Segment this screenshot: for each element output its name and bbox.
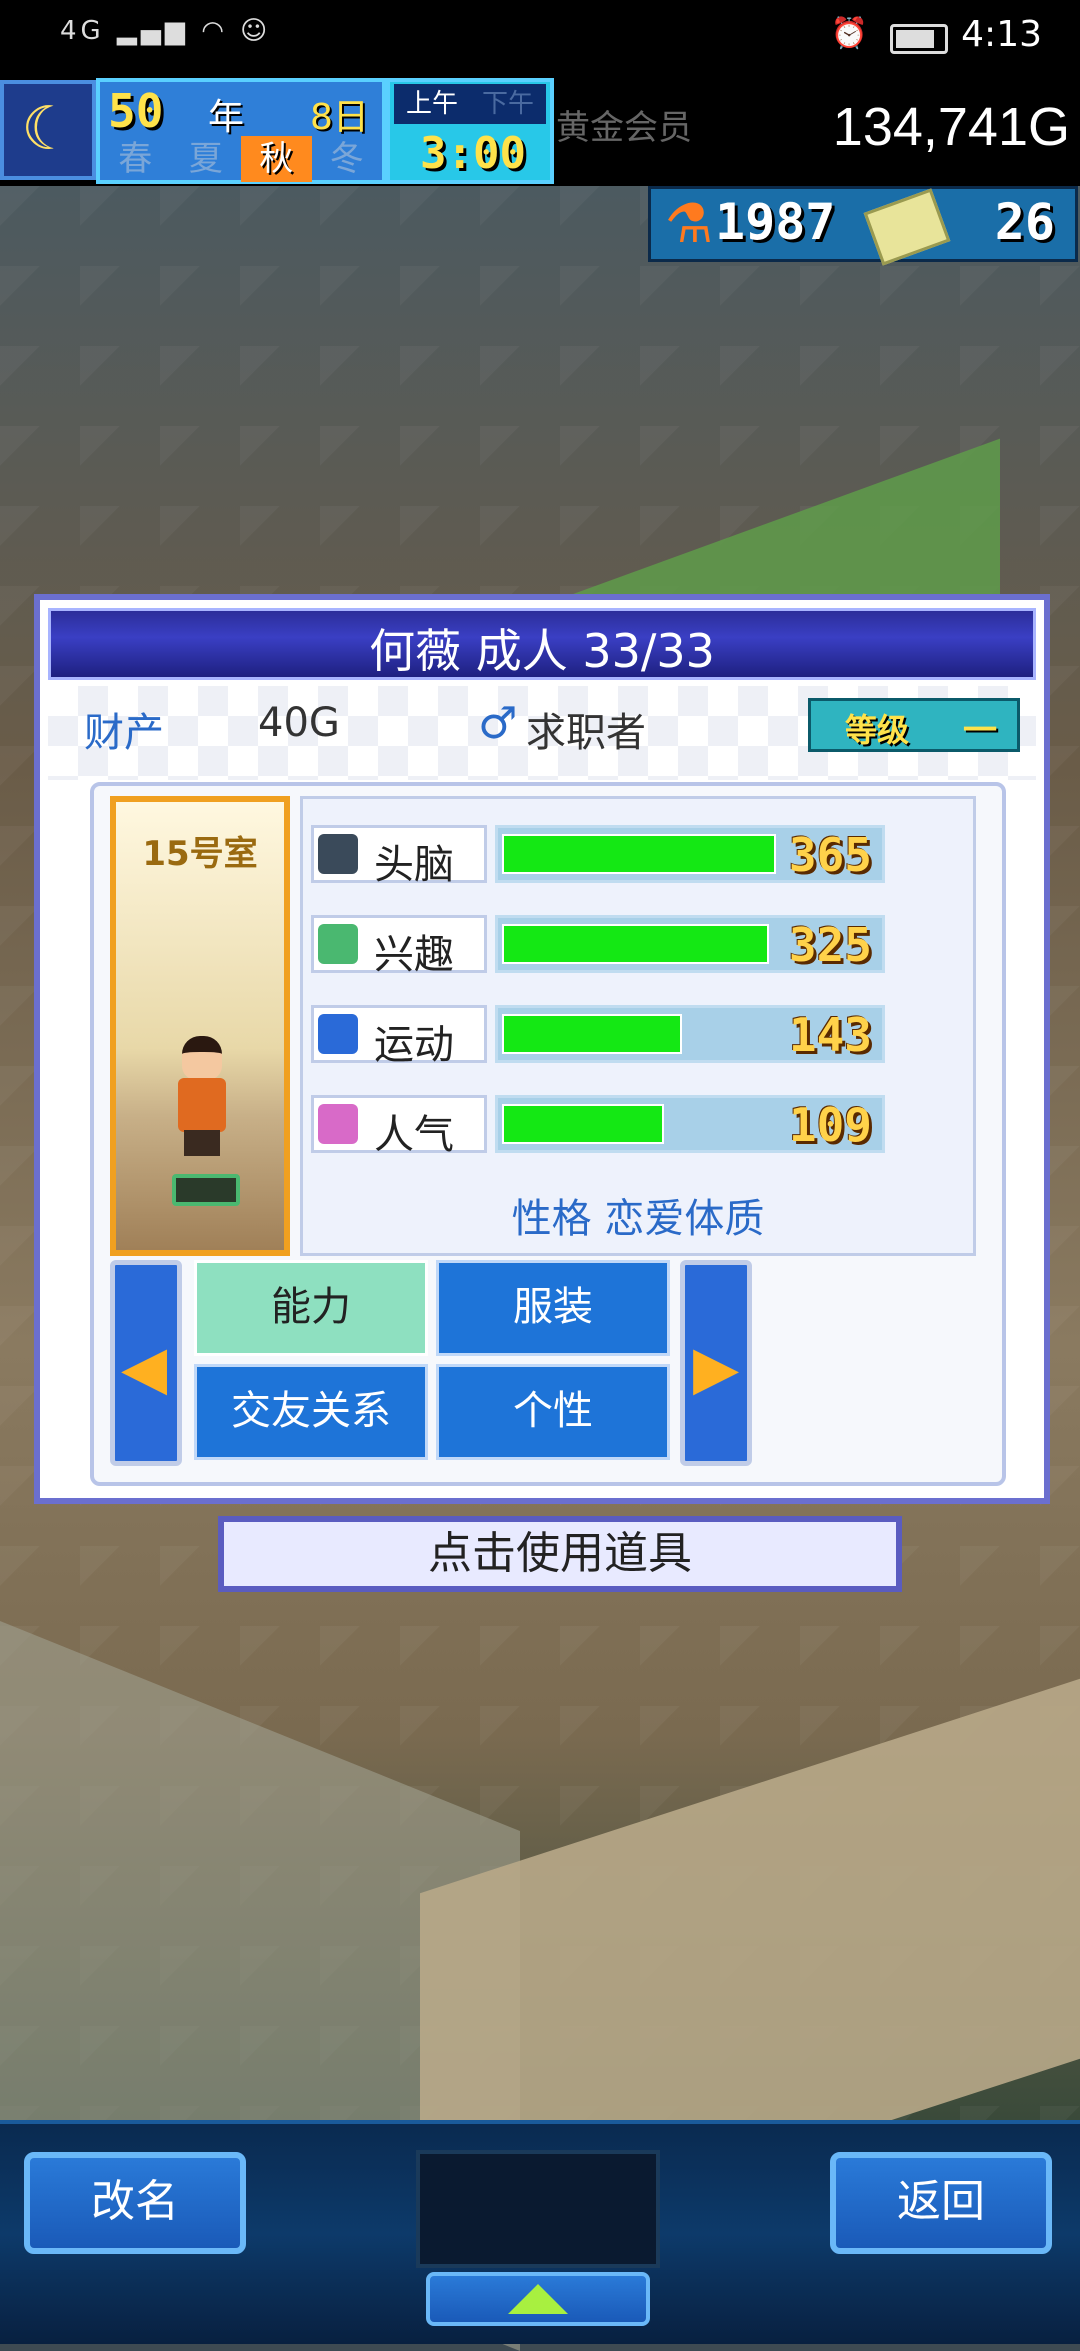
resident-portrait[interactable]: 15号室 — [110, 796, 290, 1256]
assets-value: 40G — [258, 700, 340, 746]
research-points: 1987 — [715, 193, 836, 251]
moon-night-icon: ☾ — [0, 80, 96, 180]
flask-icon: ⚗ — [664, 192, 714, 255]
tab-clothing[interactable]: 服装 — [436, 1260, 670, 1356]
personality-line: 性格 恋爱体质 — [300, 1186, 976, 1244]
status-bar: 4G ▂▄▆ ◠ ☺ ⏰ 4:13 — [0, 0, 1080, 74]
brain-monitor-icon — [318, 834, 358, 874]
stat-value: 143 — [788, 1008, 872, 1062]
stat-fill — [502, 834, 777, 874]
ticket-count: 26 — [994, 193, 1055, 251]
use-item-button[interactable]: 点击使用道具 — [218, 1516, 902, 1592]
expand-menu-button[interactable] — [426, 2272, 650, 2326]
dialog-titlebar: 何薇 成人 33/33 — [48, 608, 1036, 680]
stat-bar: 143 — [495, 1005, 885, 1063]
stat-row-brain: 头脑 365 — [311, 825, 891, 888]
sprite-head — [182, 1036, 222, 1080]
idea-bubble-icon — [318, 924, 358, 964]
day-label: 8日 — [310, 97, 369, 138]
tab-ability[interactable]: 能力 — [194, 1260, 428, 1356]
stat-fill — [502, 1104, 664, 1144]
alarm-icon: ⏰ — [830, 16, 868, 51]
stat-value: 365 — [788, 828, 872, 882]
season-winter: 冬 — [329, 139, 364, 179]
sprite-body — [178, 1078, 226, 1132]
stat-fill — [502, 1014, 683, 1054]
stat-label: 兴趣 — [374, 932, 454, 978]
stat-name-box: 人气 — [311, 1095, 487, 1158]
stat-name-box: 兴趣 — [311, 915, 487, 978]
sparkle-icon — [318, 1104, 358, 1144]
stat-label: 头脑 — [374, 842, 454, 888]
money-display: 134,741G — [832, 97, 1070, 157]
room-number: 15号室 — [142, 834, 258, 874]
stat-value: 325 — [788, 918, 872, 972]
season-summer: 夏 — [188, 139, 223, 179]
stat-label: 运动 — [374, 1022, 454, 1068]
running-icon — [318, 1014, 358, 1054]
stat-bar: 325 — [495, 915, 885, 973]
stat-name-box: 头脑 — [311, 825, 487, 888]
sprite-legs — [184, 1130, 220, 1156]
arrow-right-icon: ▶ — [693, 1333, 740, 1403]
season-autumn: 秋 — [241, 136, 312, 182]
back-button[interactable]: 返回 — [830, 2152, 1052, 2254]
am-pm-indicator: 上午 下午 — [394, 84, 546, 124]
resource-bar: ⚗ 1987 26 — [648, 186, 1078, 266]
tab-navigation: ◀ 能力 服装 交友关系 个性 ▶ — [110, 1260, 990, 1472]
calendar-panel: 50 年 8日 春 夏 秋 冬 — [96, 78, 386, 184]
rank-value: 一 — [963, 711, 997, 751]
resident-info-dialog: 何薇 成人 33/33 财产 40G ♂ 求职者 等级 一 15号室 头脑 36… — [34, 594, 1050, 1504]
stat-fill — [502, 924, 769, 964]
stamina-battery-icon — [172, 1174, 240, 1206]
rank-badge: 等级 一 — [808, 698, 1020, 752]
stat-row-popularity: 人气 109 — [311, 1095, 891, 1158]
season-spring: 春 — [118, 139, 153, 179]
prev-arrow-button[interactable]: ◀ — [110, 1260, 182, 1466]
stat-label: 人气 — [374, 1112, 454, 1158]
next-arrow-button[interactable]: ▶ — [680, 1260, 752, 1466]
personality-label: 性格 — [511, 1196, 592, 1242]
season-selector: 春 夏 秋 冬 — [100, 136, 382, 182]
rank-label: 等级 — [845, 711, 910, 749]
signal-icon: 4G ▂▄▆ ◠ ☺ — [60, 16, 272, 46]
battery-icon — [890, 24, 948, 54]
clock-time: 3:00 — [420, 128, 526, 179]
stat-row-interest: 兴趣 325 — [311, 915, 891, 978]
arrow-up-icon — [508, 2284, 568, 2314]
stat-value: 109 — [788, 1098, 872, 1152]
status-time: 4:13 — [961, 14, 1042, 55]
am-label: 上午 — [405, 89, 458, 119]
empty-slot — [416, 2150, 660, 2268]
stat-bar: 365 — [495, 825, 885, 883]
year-number: 50 — [108, 84, 164, 138]
pm-label: 下午 — [481, 89, 534, 119]
stat-row-sports: 运动 143 — [311, 1005, 891, 1068]
arrow-left-icon: ◀ — [121, 1333, 168, 1403]
stat-bar: 109 — [495, 1095, 885, 1153]
resident-title: 何薇 成人 33/33 — [369, 624, 715, 678]
tab-relationships[interactable]: 交友关系 — [194, 1364, 428, 1460]
male-symbol-icon: ♂ — [478, 698, 518, 749]
clock-panel: 上午 下午 3:00 — [386, 78, 554, 184]
ticket-icon — [863, 188, 951, 266]
member-badge: 黄金会员 — [556, 108, 692, 148]
stat-name-box: 运动 — [311, 1005, 487, 1068]
resident-sprite — [168, 1036, 232, 1156]
year-label: 年 — [208, 97, 245, 138]
network-type: 4G — [60, 16, 105, 46]
assets-label: 财产 — [84, 710, 164, 756]
job-status: 求职者 — [526, 710, 646, 756]
rename-button[interactable]: 改名 — [24, 2152, 246, 2254]
tab-personality[interactable]: 个性 — [436, 1364, 670, 1460]
personality-value: 恋爱体质 — [604, 1196, 765, 1242]
